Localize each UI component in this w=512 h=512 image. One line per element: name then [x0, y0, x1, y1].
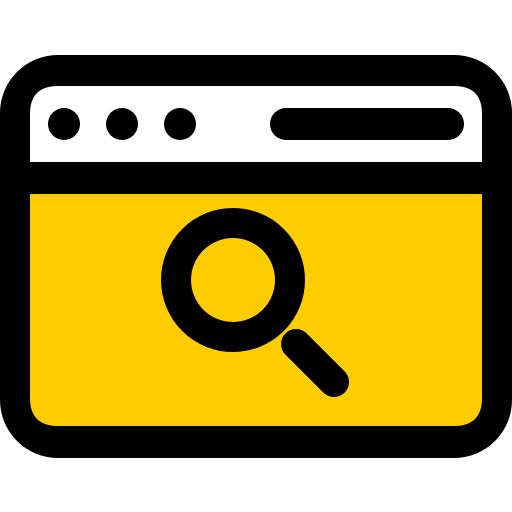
- window-dot-3: [164, 108, 196, 140]
- window-dot-2: [106, 108, 138, 140]
- magnifier-lens: [161, 208, 305, 352]
- window-dot-1: [48, 108, 80, 140]
- browser-search-icon: [0, 55, 512, 458]
- browser-search-illustration: [0, 0, 512, 512]
- address-bar: [270, 108, 464, 140]
